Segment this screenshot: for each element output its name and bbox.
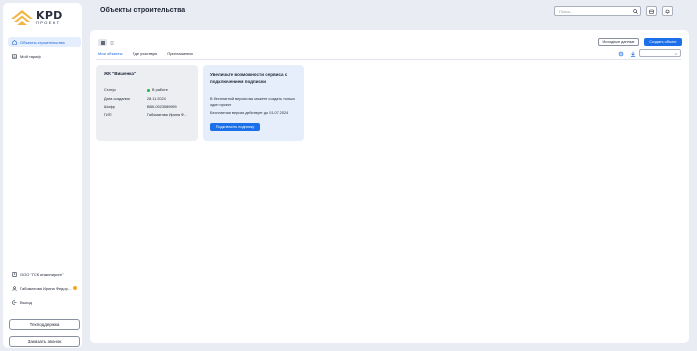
notifications-button[interactable] (662, 6, 673, 16)
settings-icon[interactable] (618, 51, 624, 57)
company-icon (12, 271, 17, 277)
calendar-icon (649, 9, 654, 14)
status-badge: В работе (147, 88, 168, 92)
logo-mark-icon (11, 10, 33, 25)
sidebar: KPD ПРОЕКТ Объекты строительства Мой тар… (3, 3, 82, 348)
logo[interactable]: KPD ПРОЕКТ (11, 10, 63, 25)
user-name: Габоматова Ирина Федор... (20, 285, 72, 291)
sidebar-item-tariff[interactable]: Мой тариф (8, 51, 81, 61)
logout-item[interactable]: Выход (8, 297, 81, 307)
project-card[interactable]: ЖК "Вишенка" Статус В работе Дата создан… (96, 65, 198, 141)
gip-value: Габоматова Ирина Ф... (147, 113, 188, 117)
list-view-button[interactable] (107, 39, 116, 46)
logout-icon (12, 299, 17, 305)
view-toggle (98, 39, 116, 46)
promo-title: Увеличьте возможности сервиса с подключе… (210, 72, 288, 84)
grid-view-button[interactable] (98, 39, 107, 46)
company-item[interactable]: ООО "ГСК инжиниринг" (8, 269, 81, 279)
page-title: Объекты строительства (100, 7, 186, 14)
company-name: ООО "ГСК инжиниринг" (20, 271, 64, 277)
building-icon (12, 39, 17, 45)
status-label: Статус (104, 88, 117, 92)
gip-label: ГИП (104, 113, 112, 117)
download-icon[interactable] (630, 51, 636, 57)
support-button[interactable]: Техподдержка (9, 319, 80, 330)
sort-select[interactable] (639, 49, 681, 57)
user-icon (12, 285, 17, 291)
logout-label: Выход (20, 299, 32, 305)
tariff-icon (12, 53, 17, 59)
status-dot (147, 88, 150, 92)
promo-text-expiry: Бесплатная версия действует до 01.07.202… (210, 111, 289, 115)
user-item[interactable]: Габоматова Ирина Федор... (8, 283, 81, 293)
list-icon (109, 41, 114, 44)
sidebar-item-label: Объекты строительства (20, 39, 65, 45)
bell-icon (665, 9, 670, 14)
search-input[interactable] (559, 8, 629, 14)
notification-badge (73, 286, 78, 290)
promo-text-limit: В бесплатной версии вы можете создать то… (210, 97, 295, 107)
status-value: В работе (152, 88, 168, 92)
search-icon[interactable] (633, 9, 638, 14)
project-title: ЖК "Вишенка" (104, 71, 137, 76)
created-label: Дата создания (104, 97, 130, 101)
source-data-button[interactable]: Исходные данные (598, 38, 639, 46)
subscribe-button[interactable]: Подключить подписку (210, 123, 260, 131)
sidebar-item-objects[interactable]: Объекты строительства (8, 37, 81, 47)
search-box (554, 6, 641, 16)
grid-icon (100, 40, 105, 45)
main-panel: Мои объекты Где участвую Приглашения Исх… (90, 30, 689, 343)
code-value: ВВК-0023589999 (147, 105, 177, 109)
subscription-promo: Увеличьте возможности сервиса с подключе… (203, 65, 304, 141)
chevron-down-icon (674, 53, 678, 55)
calendar-button[interactable] (646, 6, 657, 16)
order-call-button[interactable]: Заказать звонок (9, 336, 80, 347)
sidebar-item-label: Мой тариф (20, 53, 41, 59)
code-label: Шифр (104, 105, 115, 109)
tabs-divider (96, 59, 681, 60)
create-object-button[interactable]: Создать объект (644, 38, 682, 46)
sidebar-bottom: ООО "ГСК инжиниринг" Габоматова Ирина Фе… (8, 269, 81, 311)
logo-subtext: ПРОЕКТ (36, 20, 61, 25)
created-value: 28.11.2024 (147, 97, 166, 101)
sidebar-nav: Объекты строительства Мой тариф (8, 37, 81, 65)
